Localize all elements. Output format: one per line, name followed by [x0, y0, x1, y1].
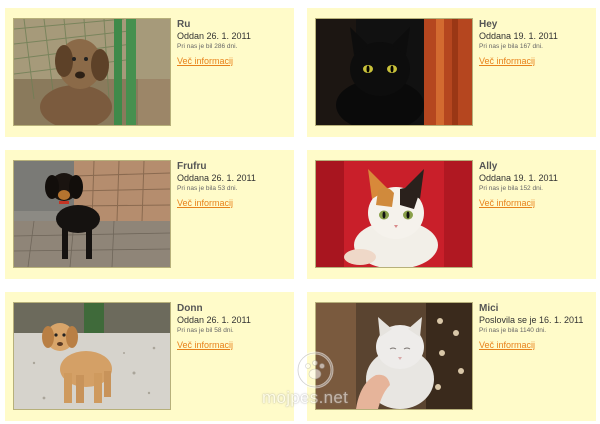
stay-duration: Pri nas je bila 152 dni.: [479, 185, 543, 192]
more-info-link[interactable]: Več informacij: [479, 340, 535, 351]
more-info-link[interactable]: Več informacij: [177, 56, 233, 67]
more-info-link[interactable]: Več informacij: [177, 340, 233, 351]
stay-duration: Pri nas je bila 1140 dni.: [479, 327, 547, 334]
animal-card-donn: Donn Oddan 26. 1. 2011 Pri nas je bil 58…: [5, 292, 294, 421]
more-info-link[interactable]: Več informacij: [479, 56, 535, 67]
animal-name: Hey: [479, 19, 498, 30]
animal-photo-hey[interactable]: [315, 18, 473, 126]
animal-name: Mici: [479, 303, 499, 314]
animal-name: Ally: [479, 161, 498, 172]
stay-duration: Pri nas je bil 58 dni.: [177, 327, 234, 334]
animal-card-ally: Ally Oddana 19. 1. 2011 Pri nas je bila …: [307, 150, 596, 279]
adoption-status: Oddana 19. 1. 2011: [479, 31, 558, 41]
animal-card-mici: Mici Poslovila se je 16. 1. 2011 Pri nas…: [307, 292, 596, 421]
more-info-link[interactable]: Več informacij: [479, 198, 535, 209]
adoption-status: Oddana 26. 1. 2011: [177, 173, 256, 183]
animal-photo-frufru[interactable]: [13, 160, 171, 268]
stay-duration: Pri nas je bila 167 dni.: [479, 43, 543, 50]
animal-name: Frufru: [177, 161, 207, 172]
animal-photo-donn[interactable]: [13, 302, 171, 410]
stay-duration: Pri nas je bil 286 dni.: [177, 43, 238, 50]
stay-duration: Pri nas je bila 53 dni.: [177, 185, 238, 192]
animal-photo-ally[interactable]: [315, 160, 473, 268]
more-info-link[interactable]: Več informacij: [177, 198, 233, 209]
animal-card-ru: Ru Oddan 26. 1. 2011 Pri nas je bil 286 …: [5, 8, 294, 137]
adoption-status: Oddan 26. 1. 2011: [177, 315, 251, 325]
adoption-status: Oddan 26. 1. 2011: [177, 31, 251, 41]
adoption-status: Poslovila se je 16. 1. 2011: [479, 315, 584, 325]
animal-photo-mici[interactable]: [315, 302, 473, 410]
adoption-status: Oddana 19. 1. 2011: [479, 173, 558, 183]
animal-card-frufru: Frufru Oddana 26. 1. 2011 Pri nas je bil…: [5, 150, 294, 279]
animal-name: Donn: [177, 303, 203, 314]
animal-name: Ru: [177, 19, 191, 30]
animal-card-hey: Hey Oddana 19. 1. 2011 Pri nas je bila 1…: [307, 8, 596, 137]
animal-photo-ru[interactable]: [13, 18, 171, 126]
